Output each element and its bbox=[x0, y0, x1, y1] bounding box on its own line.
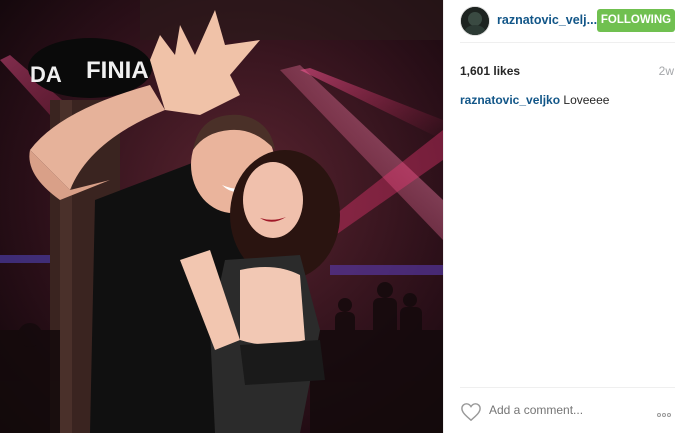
more-options-icon[interactable] bbox=[657, 404, 677, 417]
header-divider bbox=[460, 42, 675, 43]
comment-input[interactable] bbox=[489, 403, 609, 417]
post-photo[interactable]: FINIA DA bbox=[0, 0, 443, 433]
sign-text-left: DA bbox=[30, 62, 62, 87]
avatar-image bbox=[461, 7, 489, 35]
post-side-panel: raznatovic_velj... FOLLOWING 1,601 likes… bbox=[443, 0, 688, 433]
caption: raznatovic_veljko Loveeee bbox=[460, 93, 609, 107]
caption-username[interactable]: raznatovic_veljko bbox=[460, 93, 560, 107]
following-button[interactable]: FOLLOWING bbox=[597, 9, 675, 32]
post-header: raznatovic_velj... FOLLOWING bbox=[444, 0, 688, 42]
post-timestamp[interactable]: 2w bbox=[659, 64, 674, 78]
avatar[interactable] bbox=[460, 6, 490, 36]
heart-icon[interactable] bbox=[460, 402, 482, 422]
post-username[interactable]: raznatovic_velj... bbox=[497, 13, 597, 27]
caption-text: Loveeee bbox=[560, 93, 610, 107]
likes-count[interactable]: 1,601 likes bbox=[460, 64, 520, 78]
sign-text: FINIA bbox=[86, 57, 149, 84]
photo-illustration: FINIA DA bbox=[0, 0, 443, 433]
comment-footer bbox=[444, 388, 688, 433]
